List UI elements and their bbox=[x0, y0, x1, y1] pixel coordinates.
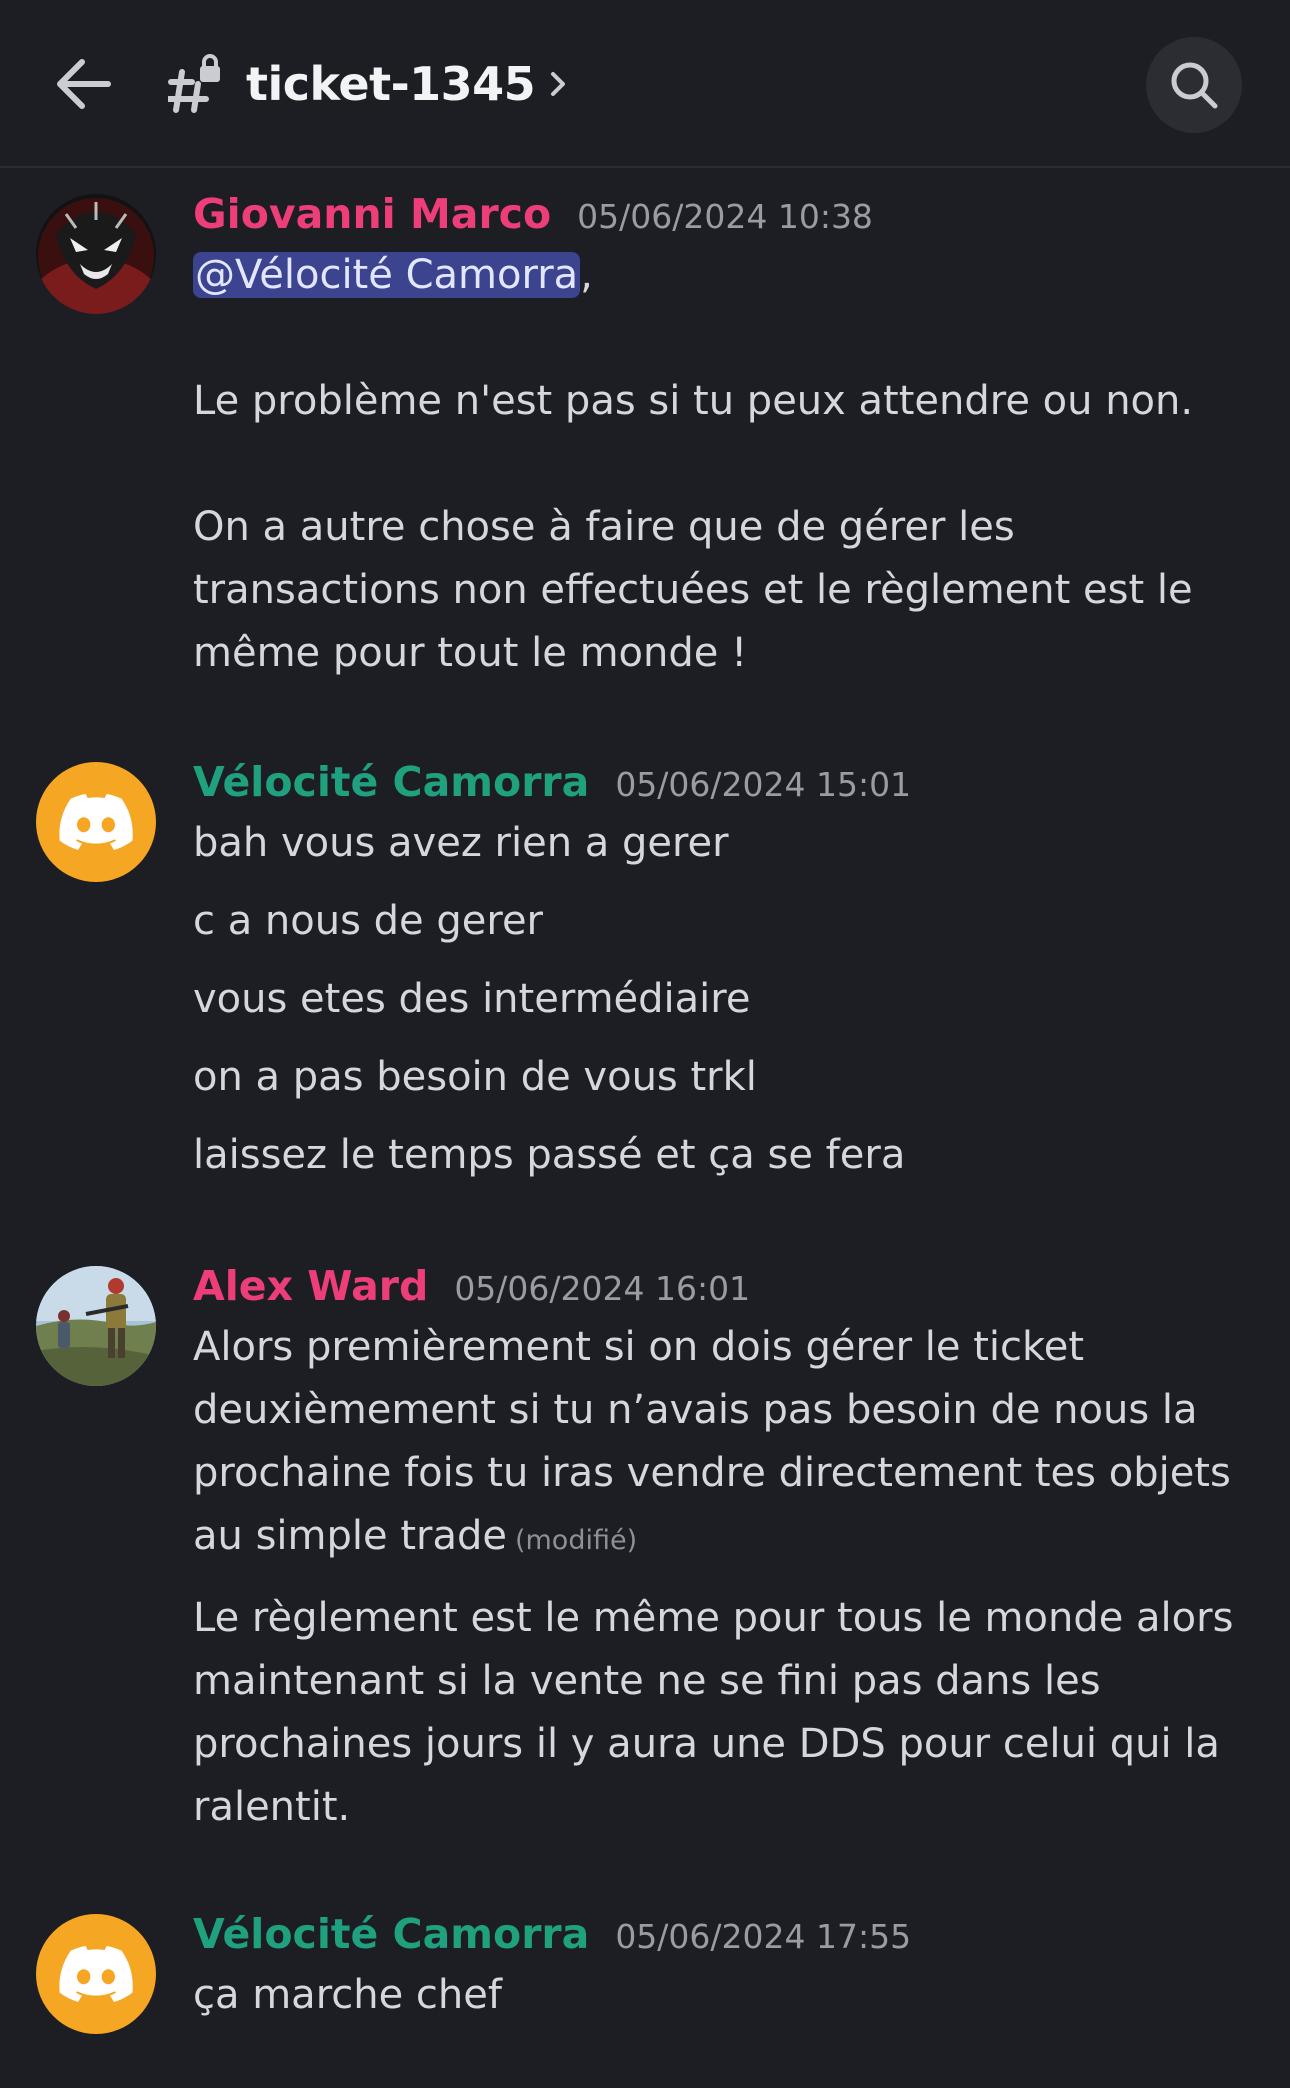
message-content: Vélocité Camorra 05/06/2024 17:55 ça mar… bbox=[193, 1910, 1253, 2027]
chevron-right-icon bbox=[551, 72, 566, 96]
message-line: même pour tout le monde ! bbox=[193, 630, 748, 676]
avatar-image bbox=[36, 194, 156, 314]
mention-suffix: , bbox=[580, 252, 593, 298]
timestamp: 05/06/2024 15:01 bbox=[615, 765, 912, 804]
message-line: laissez le temps passé et ça se fera bbox=[193, 1132, 906, 1178]
message-line: au simple trade (modifié) bbox=[193, 1505, 1253, 1572]
message-header: Vélocité Camorra 05/06/2024 15:01 bbox=[193, 758, 1253, 812]
channel-name: ticket-1345 bbox=[246, 57, 536, 111]
user-mention[interactable]: @Vélocité Camorra bbox=[193, 252, 581, 298]
edited-label: (modifié) bbox=[514, 1525, 638, 1556]
avatar[interactable] bbox=[36, 762, 156, 882]
message-line: c a nous de gerer bbox=[193, 898, 543, 944]
avatar[interactable] bbox=[36, 194, 156, 314]
message-line: transactions non effectuées et le règlem… bbox=[193, 567, 1193, 613]
message-line: vous etes des intermédiaire bbox=[193, 976, 751, 1022]
channel-title-button[interactable]: ticket-1345 bbox=[168, 48, 569, 120]
message-line: on a pas besoin de vous trkl bbox=[193, 1054, 757, 1100]
message-header: Giovanni Marco 05/06/2024 10:38 bbox=[193, 190, 1253, 244]
avatar-image bbox=[36, 1266, 156, 1386]
message-content: Vélocité Camorra 05/06/2024 15:01 bah vo… bbox=[193, 758, 1253, 1187]
discord-logo-icon bbox=[59, 1946, 133, 2002]
message-header: Alex Ward 05/06/2024 16:01 bbox=[193, 1262, 1253, 1316]
channel-header: ticket-1345 bbox=[0, 0, 1290, 168]
message-line: On a autre chose à faire que de gérer le… bbox=[193, 504, 1015, 550]
timestamp: 05/06/2024 16:01 bbox=[454, 1269, 751, 1308]
message-line: ça marche chef bbox=[193, 1972, 502, 2018]
message-line: maintenant si la vente ne se fini pas da… bbox=[193, 1658, 1101, 1704]
timestamp: 05/06/2024 17:55 bbox=[615, 1917, 912, 1956]
message-header: Vélocité Camorra 05/06/2024 17:55 bbox=[193, 1910, 1253, 1964]
thread-lock-icon bbox=[168, 54, 220, 113]
message-content: Giovanni Marco 05/06/2024 10:38 @Vélocit… bbox=[193, 190, 1253, 685]
message-content: Alex Ward 05/06/2024 16:01 Alors premièr… bbox=[193, 1262, 1253, 1839]
search-icon bbox=[1171, 62, 1218, 109]
username[interactable]: Vélocité Camorra bbox=[193, 1910, 589, 1958]
message-line: bah vous avez rien a gerer bbox=[193, 820, 729, 866]
arrow-left-icon bbox=[57, 59, 111, 109]
avatar[interactable] bbox=[36, 1914, 156, 2034]
username[interactable]: Giovanni Marco bbox=[193, 190, 551, 238]
discord-logo-icon bbox=[59, 794, 133, 850]
message-line: Le règlement est le même pour tous le mo… bbox=[193, 1595, 1234, 1641]
back-button[interactable] bbox=[44, 40, 124, 128]
username[interactable]: Alex Ward bbox=[193, 1262, 428, 1310]
timestamp: 05/06/2024 10:38 bbox=[577, 197, 873, 236]
message-text: au simple trade bbox=[193, 1513, 507, 1559]
message-line: prochaine fois tu iras vendre directemen… bbox=[193, 1450, 1231, 1496]
search-button[interactable] bbox=[1146, 37, 1242, 133]
message-line: prochaines jours il y aura une DDS pour … bbox=[193, 1721, 1220, 1767]
message-line: Alors premièrement si on dois gérer le t… bbox=[193, 1324, 1085, 1370]
avatar[interactable] bbox=[36, 1266, 156, 1386]
message-line: @Vélocité Camorra, bbox=[193, 244, 1253, 307]
message-line: Le problème n'est pas si tu peux attendr… bbox=[193, 378, 1194, 424]
username[interactable]: Vélocité Camorra bbox=[193, 758, 589, 806]
message-line: deuxièmement si tu n’avais pas besoin de… bbox=[193, 1387, 1198, 1433]
message-line: ralentit. bbox=[193, 1784, 351, 1830]
